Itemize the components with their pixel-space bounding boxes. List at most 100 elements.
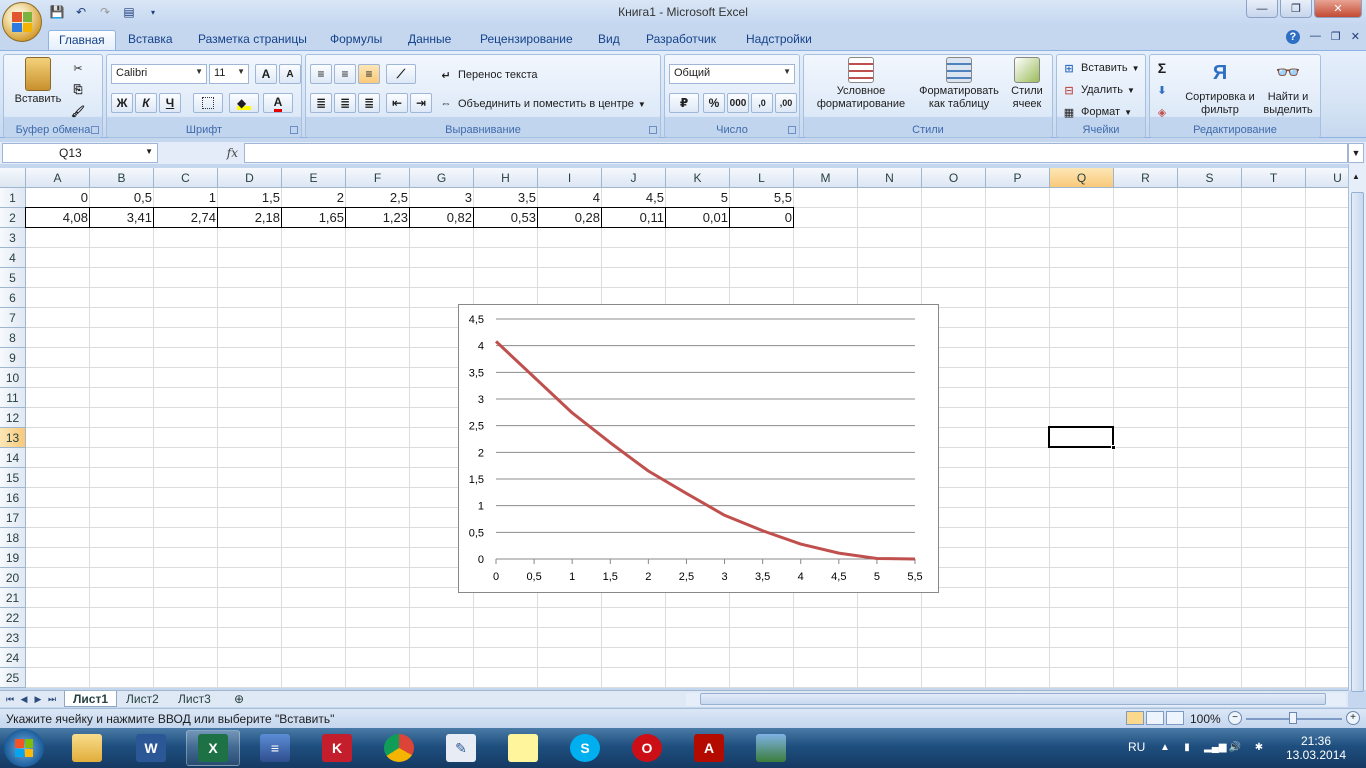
formula-input[interactable] (244, 143, 1348, 163)
taskbar-explorer[interactable] (60, 730, 114, 766)
office-button[interactable] (2, 2, 42, 42)
font-launcher-icon[interactable] (290, 126, 298, 134)
orientation-button[interactable]: ⟋ (386, 64, 416, 84)
row-header-21[interactable]: 21 (0, 588, 26, 608)
increase-decimal-button[interactable]: ,0 (751, 93, 773, 113)
row-header-2[interactable]: 2 (0, 208, 26, 228)
tab-page-layout[interactable]: Разметка страницы (188, 30, 317, 50)
find-select-button[interactable]: 👓 Найти и выделить (1258, 57, 1318, 117)
decrease-decimal-button[interactable]: ,00 (775, 93, 797, 113)
format-as-table-button[interactable]: Форматировать как таблицу (914, 57, 1004, 111)
scroll-up-icon[interactable]: ▲ (1352, 172, 1360, 181)
cell-i1[interactable]: 4 (538, 188, 602, 208)
workbook-close-icon[interactable]: ✕ (1351, 30, 1360, 44)
cell-f1[interactable]: 2,5 (346, 188, 410, 208)
horizontal-scroll-thumb[interactable] (700, 693, 1326, 705)
align-right-button[interactable]: ≣ (358, 93, 380, 113)
column-header-j[interactable]: J (602, 168, 666, 188)
sheet-tab-3[interactable]: Лист3 (170, 691, 219, 707)
workbook-restore-icon[interactable]: ❐ (1331, 30, 1341, 44)
network-icon[interactable]: ▂▄▆ (1204, 742, 1226, 754)
taskbar-pdf[interactable]: A (682, 730, 736, 766)
line-chart[interactable]: 0 0,5 1 1,5 2 2,5 3 3,5 4 4,5 0 0,5 1 1,5 2 2,5 3 3,5 4 4,5… (458, 304, 939, 593)
cell-h1[interactable]: 3,5 (474, 188, 538, 208)
column-header-n[interactable]: N (858, 168, 922, 188)
taskbar-opera[interactable]: O (620, 730, 674, 766)
worksheet-grid[interactable]: ABCDEFGHIJKLMNOPQRSTU 1 2 3 4 5 6 7 8 9 10 11 12 13 1… (0, 168, 1348, 688)
font-name-combo[interactable]: Calibri ▼ (111, 64, 207, 84)
row-header-10[interactable]: 10 (0, 368, 26, 388)
wrap-text-button[interactable]: ↵ Перенос текста (438, 65, 537, 85)
vertical-scroll-thumb[interactable] (1351, 192, 1364, 692)
row-header-20[interactable]: 20 (0, 568, 26, 588)
increase-indent-button[interactable]: ⇥ (410, 93, 432, 113)
tab-view[interactable]: Вид (588, 30, 630, 50)
column-header-k[interactable]: K (666, 168, 730, 188)
language-indicator[interactable]: RU (1128, 740, 1145, 754)
column-header-a[interactable]: A (26, 168, 90, 188)
tab-insert[interactable]: Вставка (118, 30, 183, 50)
decrease-indent-button[interactable]: ⇤ (386, 93, 408, 113)
row-header-11[interactable]: 11 (0, 388, 26, 408)
taskbar-photo-viewer[interactable] (744, 730, 798, 766)
cell-g1[interactable]: 3 (410, 188, 474, 208)
column-header-s[interactable]: S (1178, 168, 1242, 188)
fill-color-button[interactable]: ◆ (229, 93, 259, 113)
zoom-out-icon[interactable]: − (1228, 711, 1242, 725)
next-sheet-icon[interactable]: ▶ (32, 692, 44, 706)
thousands-button[interactable]: 000 (727, 93, 749, 113)
row-header-5[interactable]: 5 (0, 268, 26, 288)
last-sheet-icon[interactable]: ⏭ (46, 692, 58, 706)
row-header-16[interactable]: 16 (0, 488, 26, 508)
number-launcher-icon[interactable] (788, 126, 796, 134)
tab-developer[interactable]: Разработчик (636, 30, 726, 50)
delete-cells-button[interactable]: ⊟ Удалить ▼ (1061, 80, 1135, 100)
tab-home[interactable]: Главная (48, 30, 116, 50)
row-header-22[interactable]: 22 (0, 608, 26, 628)
cell-j1[interactable]: 4,5 (602, 188, 666, 208)
cell-b1[interactable]: 0,5 (90, 188, 154, 208)
row-header-7[interactable]: 7 (0, 308, 26, 328)
select-all-button[interactable] (0, 168, 26, 188)
row-header-17[interactable]: 17 (0, 508, 26, 528)
tray-sync-icon[interactable]: ✱ (1252, 742, 1266, 754)
format-painter-button[interactable]: 🖌 (70, 101, 86, 121)
row-header-23[interactable]: 23 (0, 628, 26, 648)
column-header-b[interactable]: B (90, 168, 154, 188)
taskbar-skype[interactable]: S (558, 730, 612, 766)
fx-icon[interactable]: fx (227, 146, 238, 160)
row-header-15[interactable]: 15 (0, 468, 26, 488)
column-header-u[interactable]: U (1306, 168, 1348, 188)
italic-button[interactable]: К (135, 93, 157, 113)
cell-c1[interactable]: 1 (154, 188, 218, 208)
column-header-r[interactable]: R (1114, 168, 1178, 188)
borders-button[interactable] (193, 93, 223, 113)
font-color-button[interactable]: A (263, 93, 293, 113)
vertical-scrollbar[interactable]: ▲ (1348, 164, 1366, 692)
clipboard-launcher-icon[interactable] (91, 126, 99, 134)
bold-button[interactable]: Ж (111, 93, 133, 113)
cut-button[interactable]: ✂ (70, 58, 86, 78)
column-header-e[interactable]: E (282, 168, 346, 188)
row-header-9[interactable]: 9 (0, 348, 26, 368)
row-header-4[interactable]: 4 (0, 248, 26, 268)
tab-formulas[interactable]: Формулы (320, 30, 392, 50)
help-icon[interactable]: ? (1285, 30, 1300, 44)
row-header-3[interactable]: 3 (0, 228, 26, 248)
number-format-combo[interactable]: Общий ▼ (669, 64, 795, 84)
percent-button[interactable]: % (703, 93, 725, 113)
column-header-t[interactable]: T (1242, 168, 1306, 188)
cell-d1[interactable]: 1,5 (218, 188, 282, 208)
align-bottom-button[interactable]: ≡ (358, 64, 380, 84)
sheet-tab-1[interactable]: Лист1 (64, 691, 118, 707)
taskbar-chrome[interactable] (372, 730, 426, 766)
row-header-8[interactable]: 8 (0, 328, 26, 348)
merge-center-button[interactable]: ⇔ Объединить и поместить в центре ▼ (438, 94, 646, 114)
horizontal-scrollbar[interactable] (686, 693, 1346, 706)
tray-device-icon[interactable]: ▮ (1180, 742, 1194, 754)
row-header-18[interactable]: 18 (0, 528, 26, 548)
expand-formula-bar-icon[interactable]: ▼ (1348, 143, 1364, 163)
taskbar-excel[interactable]: X (186, 730, 240, 766)
minimize-button[interactable]: — (1246, 0, 1278, 18)
column-header-f[interactable]: F (346, 168, 410, 188)
